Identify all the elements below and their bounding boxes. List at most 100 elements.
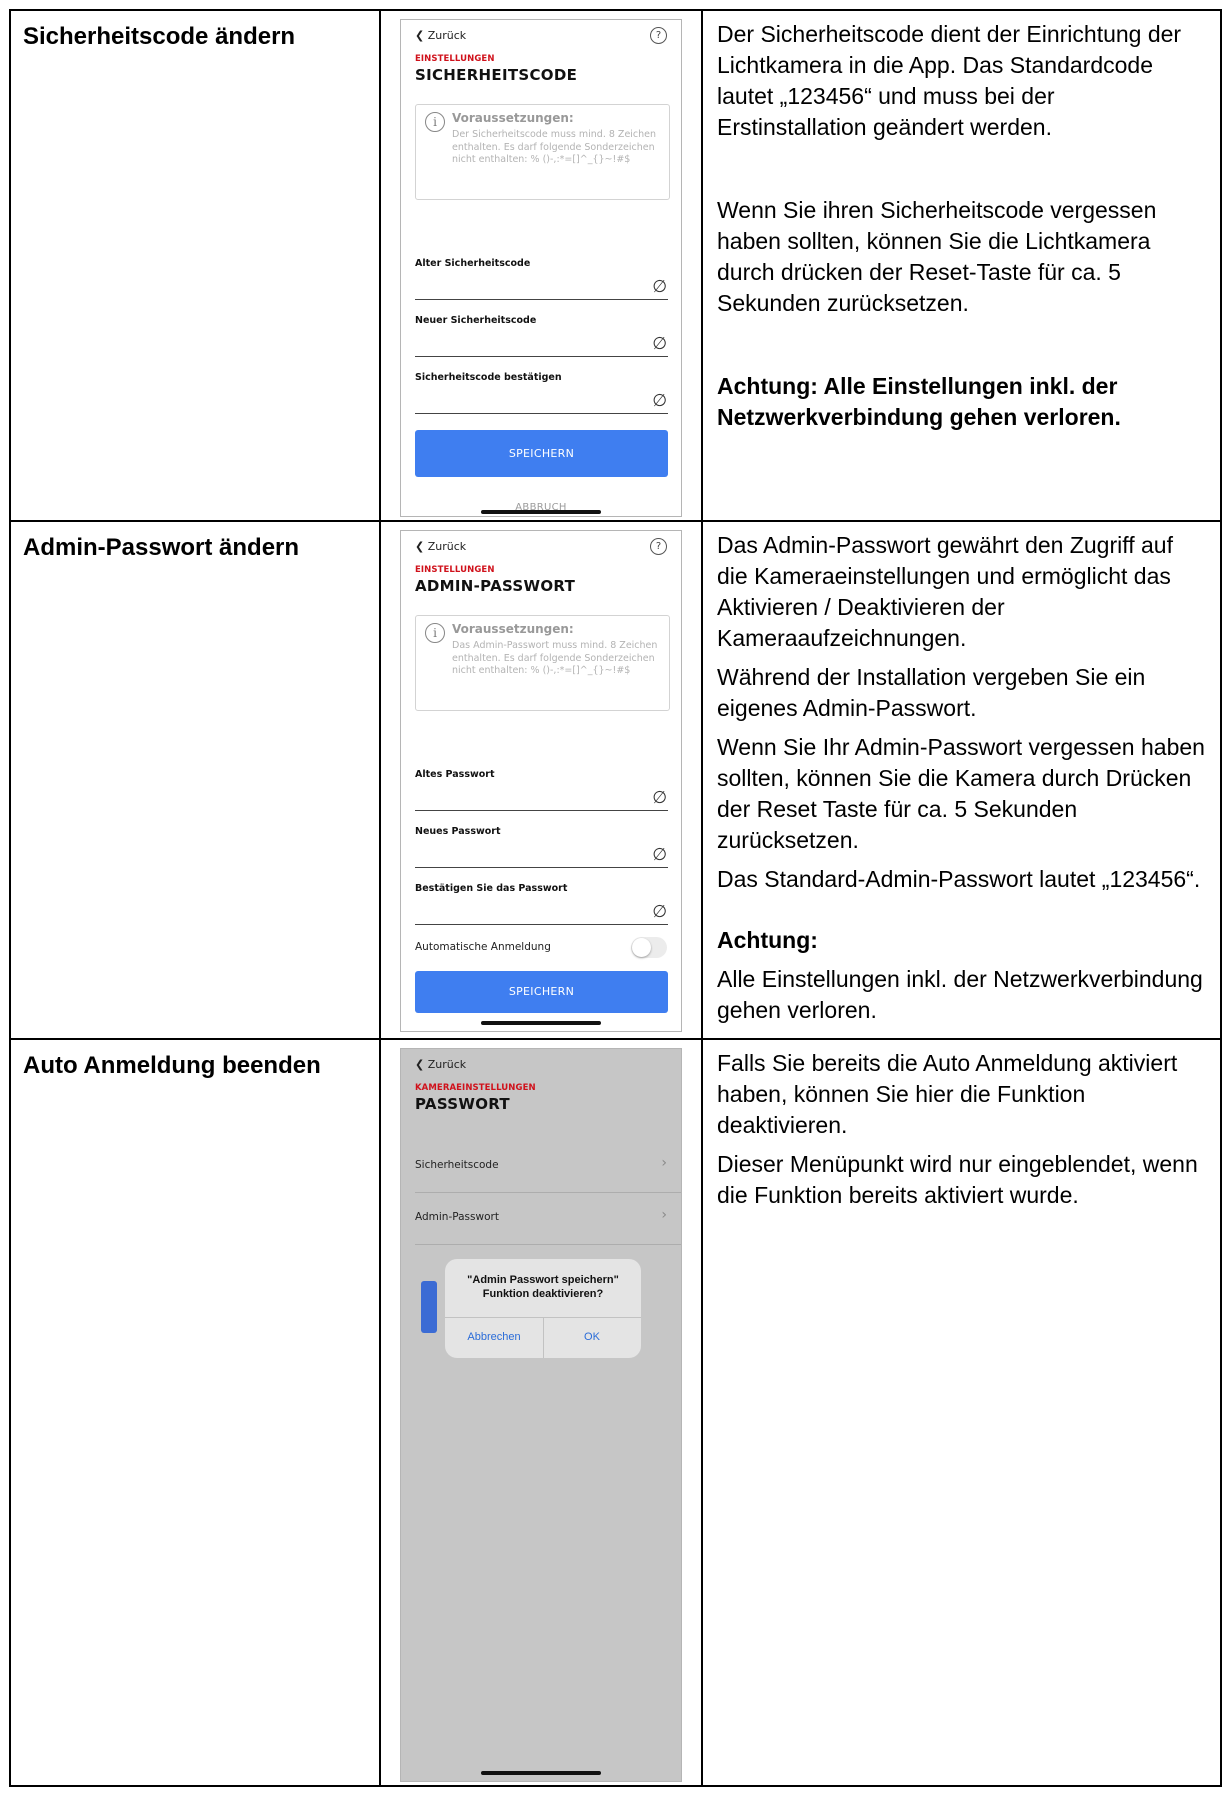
back-label: Zurück xyxy=(427,540,467,553)
menu-item-label: Admin-Passwort xyxy=(415,1211,499,1223)
back-label: Zurück xyxy=(427,1058,467,1071)
table-row: Admin-Passwort ändern ❮ Zurück ? EINSTEL… xyxy=(9,520,1222,1040)
row-title: Auto Anmeldung beenden xyxy=(23,1052,321,1079)
warning-text: Alle Einstellungen inkl. der Netzwerkver… xyxy=(717,966,1203,1023)
warning-heading: Achtung: xyxy=(717,927,818,953)
chevron-left-icon: ❮ xyxy=(415,540,425,553)
old-password-input[interactable] xyxy=(415,810,668,811)
old-code-input[interactable] xyxy=(415,299,668,300)
home-indicator xyxy=(481,510,601,514)
top-bar: ❮ Zurück ? xyxy=(401,20,681,50)
auto-login-toggle[interactable] xyxy=(631,937,667,958)
description-paragraph: Das Admin-Passwort gewährt den Zugriff a… xyxy=(717,532,1173,651)
screenshot-cell: ❮ Zurück ? EINSTELLUNGEN ADMIN-PASSWORT … xyxy=(379,520,703,1040)
requirements-box: i Voraussetzungen: Das Admin-Passwort mu… xyxy=(415,615,670,711)
eye-off-icon[interactable]: ∅ xyxy=(652,279,667,296)
description-cell: Das Admin-Passwort gewährt den Zugriff a… xyxy=(701,520,1222,1040)
description-paragraph: Während der Installation vergeben Sie ei… xyxy=(717,664,1146,721)
dialog-cancel-button[interactable]: Abbrechen xyxy=(445,1317,543,1358)
chevron-left-icon: ❮ xyxy=(415,29,425,42)
chevron-right-icon: › xyxy=(661,1207,667,1223)
description-paragraph: Das Standard-Admin-Passwort lautet „1234… xyxy=(717,866,1201,892)
back-label: Zurück xyxy=(427,29,467,42)
eye-off-icon[interactable]: ∅ xyxy=(652,336,667,353)
phone-screen-password-menu: ❮ Zurück KAMERAEINSTELLUNGEN PASSWORT Si… xyxy=(400,1048,682,1782)
dimmed-button-left xyxy=(421,1281,437,1333)
top-bar: ❮ Zurück xyxy=(401,1049,681,1079)
dialog-title-line: "Admin Passwort speichern" xyxy=(467,1274,619,1286)
table-row: Auto Anmeldung beenden ❮ Zurück KAMERAEI… xyxy=(9,1038,1222,1787)
requirements-heading: Voraussetzungen: xyxy=(452,111,574,125)
page-title: SICHERHEITSCODE xyxy=(415,66,578,84)
page-kicker: EINSTELLUNGEN xyxy=(415,565,495,575)
page-kicker: EINSTELLUNGEN xyxy=(415,54,495,64)
phone-screen-admin-password: ❮ Zurück ? EINSTELLUNGEN ADMIN-PASSWORT … xyxy=(400,530,682,1032)
chevron-left-icon: ❮ xyxy=(415,1058,425,1071)
row-title: Admin-Passwort ändern xyxy=(23,534,300,561)
eye-off-icon[interactable]: ∅ xyxy=(652,904,667,921)
dialog-ok-button[interactable]: OK xyxy=(543,1317,641,1358)
confirm-password-input[interactable] xyxy=(415,924,668,925)
screenshot-cell: ❮ Zurück ? EINSTELLUNGEN SICHERHEITSCODE… xyxy=(379,9,703,522)
page-title: ADMIN-PASSWORT xyxy=(415,577,576,595)
screenshot-cell: ❮ Zurück KAMERAEINSTELLUNGEN PASSWORT Si… xyxy=(379,1038,703,1787)
instruction-table: Sicherheitscode ändern ❮ Zurück ? EINSTE… xyxy=(9,9,1222,1787)
description-paragraph: Wenn Sie Ihr Admin-Passwort vergessen ha… xyxy=(717,734,1205,853)
new-password-input[interactable] xyxy=(415,867,668,868)
home-indicator xyxy=(481,1771,601,1775)
help-icon[interactable]: ? xyxy=(650,27,667,44)
requirements-heading: Voraussetzungen: xyxy=(452,622,574,636)
row-title: Sicherheitscode ändern xyxy=(23,23,296,50)
description-paragraph: Dieser Menüpunkt wird nur eingeblendet, … xyxy=(717,1151,1198,1208)
confirm-dialog: "Admin Passwort speichern" Funktion deak… xyxy=(445,1259,641,1358)
description: Das Admin-Passwort gewährt den Zugriff a… xyxy=(703,522,1220,1026)
home-indicator xyxy=(481,1021,601,1025)
back-button[interactable]: ❮ Zurück xyxy=(415,540,466,553)
row-title-cell: Auto Anmeldung beenden xyxy=(9,1038,381,1787)
requirements-text: Das Admin-Passwort muss mind. 8 Zeichen … xyxy=(452,640,658,676)
save-button[interactable]: SPEICHERN xyxy=(415,971,668,1013)
info-icon: i xyxy=(425,623,445,643)
row-title-cell: Admin-Passwort ändern xyxy=(9,520,381,1040)
help-icon[interactable]: ? xyxy=(650,538,667,555)
row-title-cell: Sicherheitscode ändern xyxy=(9,9,381,522)
divider xyxy=(415,1244,681,1245)
description-cell: Der Sicherheitscode dient der Einrichtun… xyxy=(701,9,1222,522)
description: Der Sicherheitscode dient der Einrichtun… xyxy=(703,11,1220,433)
description-paragraph: Der Sicherheitscode dient der Einrichtun… xyxy=(717,21,1182,140)
eye-off-icon[interactable]: ∅ xyxy=(652,847,667,864)
field-label-confirm-password: Bestätigen Sie das Passwort xyxy=(415,883,568,894)
eye-off-icon[interactable]: ∅ xyxy=(652,393,667,410)
field-label-confirm-code: Sicherheitscode bestätigen xyxy=(415,372,562,383)
menu-item-admin-password[interactable]: Admin-Passwort › xyxy=(401,1193,681,1245)
back-button[interactable]: ❮ Zurück xyxy=(415,1058,466,1071)
toggle-knob xyxy=(632,938,651,957)
phone-screen-security-code: ❮ Zurück ? EINSTELLUNGEN SICHERHEITSCODE… xyxy=(400,19,682,517)
new-code-input[interactable] xyxy=(415,356,668,357)
eye-off-icon[interactable]: ∅ xyxy=(652,790,667,807)
requirements-box: i Voraussetzungen: Der Sicherheitscode m… xyxy=(415,104,670,200)
field-label-new-password: Neues Passwort xyxy=(415,826,501,837)
save-button[interactable]: SPEICHERN xyxy=(415,430,668,477)
field-label-new-code: Neuer Sicherheitscode xyxy=(415,315,537,326)
page-kicker: KAMERAEINSTELLUNGEN xyxy=(415,1083,536,1093)
dialog-title-line: Funktion deaktivieren? xyxy=(482,1288,604,1300)
menu-item-label: Sicherheitscode xyxy=(415,1159,499,1171)
back-button[interactable]: ❮ Zurück xyxy=(415,29,466,42)
description-paragraph: Falls Sie bereits die Auto Anmeldung akt… xyxy=(717,1050,1178,1138)
page-title: PASSWORT xyxy=(415,1095,510,1113)
dialog-title: "Admin Passwort speichern" Funktion deak… xyxy=(445,1273,641,1301)
description-cell: Falls Sie bereits die Auto Anmeldung akt… xyxy=(701,1038,1222,1787)
top-bar: ❮ Zurück ? xyxy=(401,531,681,561)
menu-item-security-code[interactable]: Sicherheitscode › xyxy=(401,1141,681,1193)
auto-login-label: Automatische Anmeldung xyxy=(415,941,551,953)
field-label-old-password: Altes Passwort xyxy=(415,769,495,780)
confirm-code-input[interactable] xyxy=(415,413,668,414)
warning-text: Achtung: Alle Einstellungen inkl. der Ne… xyxy=(717,373,1121,430)
description-paragraph: Wenn Sie ihren Sicherheitscode vergessen… xyxy=(717,197,1157,316)
field-label-old-code: Alter Sicherheitscode xyxy=(415,258,531,269)
requirements-text: Der Sicherheitscode muss mind. 8 Zeichen… xyxy=(452,129,657,165)
table-row: Sicherheitscode ändern ❮ Zurück ? EINSTE… xyxy=(9,9,1222,522)
description: Falls Sie bereits die Auto Anmeldung akt… xyxy=(703,1040,1220,1211)
info-icon: i xyxy=(425,112,445,132)
